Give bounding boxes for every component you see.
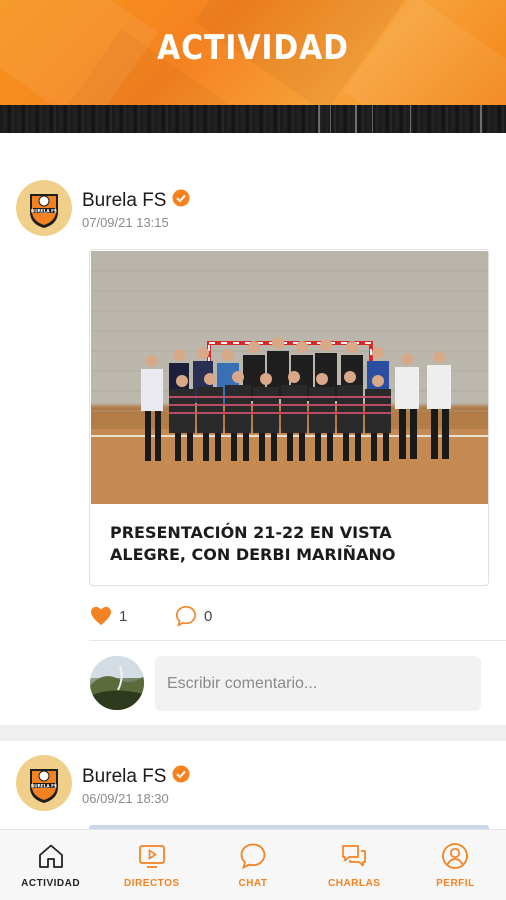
play-icon <box>138 845 165 868</box>
post-timestamp: 06/09/21 18:30 <box>82 791 169 806</box>
post-card: BURELA FS Burela FS 06/09/21 18:30 <box>0 741 506 831</box>
post-author[interactable]: Burela FS <box>82 766 166 788</box>
chats-icon <box>342 845 367 867</box>
comments-count: 0 <box>204 608 213 625</box>
likes-count: 1 <box>119 608 128 625</box>
club-logo-avatar[interactable]: BURELA FS <box>16 180 72 236</box>
comment-input[interactable] <box>155 656 481 711</box>
club-logo-avatar[interactable]: BURELA FS <box>16 755 72 811</box>
club-crest-icon: BURELA FS <box>30 194 58 228</box>
verified-badge-icon <box>172 765 190 783</box>
nav-charlas[interactable]: CHARLAS <box>304 830 405 900</box>
svg-text:BURELA FS: BURELA FS <box>31 208 57 213</box>
team-photo <box>91 251 488 504</box>
post-content[interactable]: PRESENTACIÓN 21-22 EN VISTA ALEGRE, CON … <box>89 249 489 586</box>
nav-directos[interactable]: DIRECTOS <box>101 830 202 900</box>
nav-actividad[interactable]: ACTIVIDAD <box>0 830 101 900</box>
chat-bubble-icon <box>240 843 266 870</box>
heart-icon[interactable] <box>90 606 112 626</box>
post-card: BURELA FS Burela FS 07/09/21 13:15 PRESE… <box>0 162 506 725</box>
club-crest-icon: BURELA FS <box>30 769 58 803</box>
nav-chat[interactable]: CHAT <box>202 830 303 900</box>
post-author[interactable]: Burela FS <box>82 190 166 212</box>
verified-badge-icon <box>172 189 190 207</box>
divider <box>89 640 506 641</box>
svg-text:BURELA FS: BURELA FS <box>31 783 57 788</box>
bottom-nav: ACTIVIDAD DIRECTOS CHAT CHARLAS PERFIL <box>0 829 506 900</box>
nav-perfil[interactable]: PERFIL <box>405 830 506 900</box>
post-title[interactable]: PRESENTACIÓN 21-22 EN VISTA ALEGRE, CON … <box>110 522 472 566</box>
comment-icon[interactable] <box>175 605 197 627</box>
user-icon <box>442 843 469 869</box>
page-title: ACTIVIDAD <box>157 28 349 68</box>
post-timestamp: 07/09/21 13:15 <box>82 215 169 230</box>
header-banner: ACTIVIDAD <box>0 0 506 105</box>
post-reactions: 1 0 <box>90 602 390 632</box>
user-avatar[interactable] <box>90 656 144 710</box>
home-icon <box>38 844 63 868</box>
header-divider <box>0 105 506 162</box>
